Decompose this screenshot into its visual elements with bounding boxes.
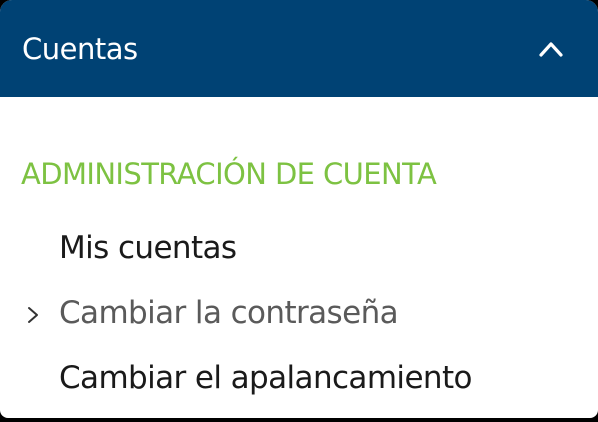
menu-item-label: Cambiar el apalancamiento — [59, 360, 472, 396]
menu-item-cambiar-apalancamiento[interactable]: Cambiar el apalancamiento — [0, 352, 598, 404]
accounts-menu-panel: Cuentas ADMINISTRACIÓN DE CUENTA Mis cue… — [0, 0, 598, 418]
panel-title: Cuentas — [22, 32, 138, 66]
chevron-right-icon — [28, 307, 38, 323]
menu-item-cambiar-contrasena[interactable]: Cambiar la contraseña — [0, 287, 598, 339]
menu-item-label: Cambiar la contraseña — [59, 295, 399, 331]
menu-item-mis-cuentas[interactable]: Mis cuentas — [0, 222, 598, 274]
section-title: ADMINISTRACIÓN DE CUENTA — [21, 157, 437, 191]
accounts-panel-header[interactable]: Cuentas — [0, 0, 598, 97]
menu-item-label: Mis cuentas — [59, 230, 237, 266]
chevron-up-icon[interactable] — [538, 36, 564, 62]
